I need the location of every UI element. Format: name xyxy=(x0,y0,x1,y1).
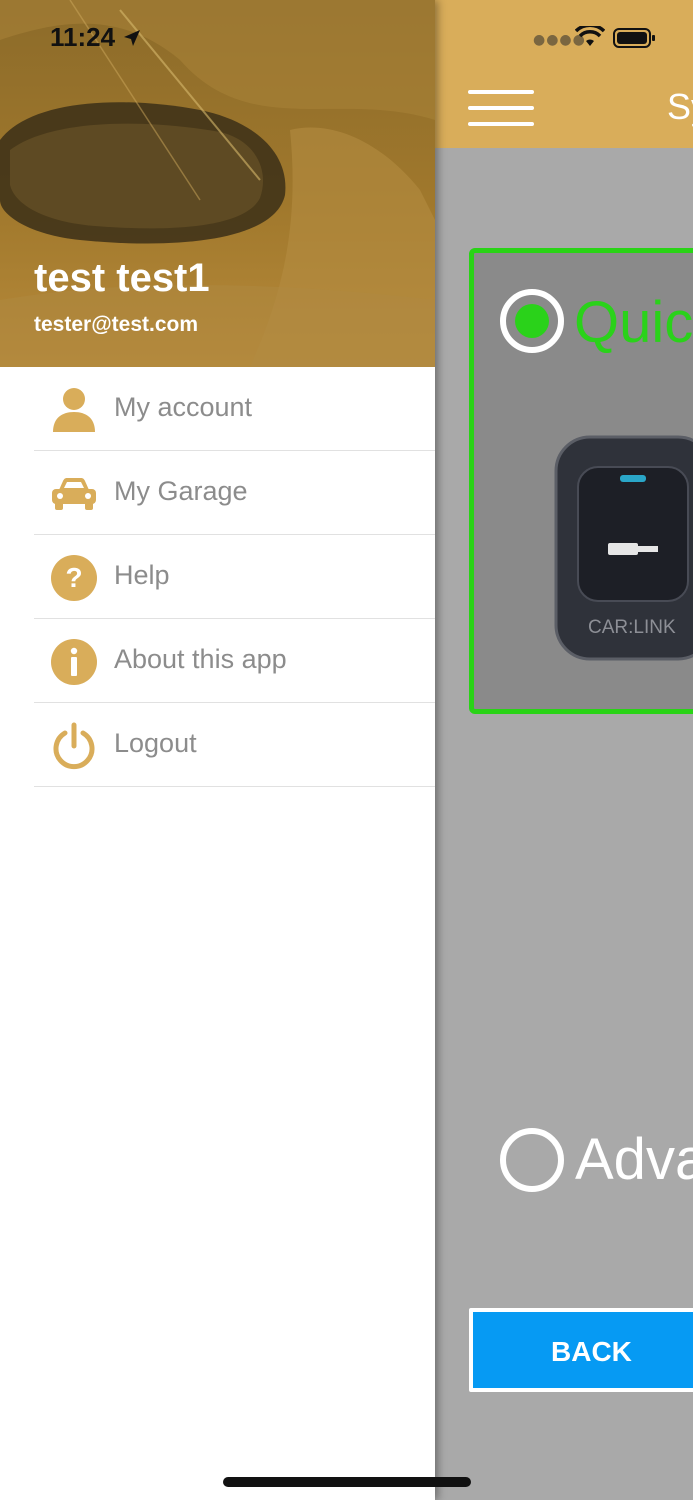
drawer-menu: My account My Garage ? Help About this a… xyxy=(34,367,435,787)
drawer-header: 11:24 test test1 tester@test.com xyxy=(0,0,435,367)
location-arrow-icon xyxy=(124,30,140,46)
car-icon xyxy=(52,478,96,510)
user-email: tester@test.com xyxy=(34,313,199,336)
quick-option-radio[interactable] xyxy=(500,289,564,353)
quick-option-label: Quic xyxy=(574,290,693,355)
user-name: test test1 xyxy=(34,256,210,300)
radio-selected-dot xyxy=(515,304,549,338)
power-icon xyxy=(53,722,95,770)
menu-item-my-garage[interactable]: My Garage xyxy=(34,451,435,535)
advanced-option-label[interactable]: Adva xyxy=(575,1126,693,1193)
header-background-photo xyxy=(0,0,435,367)
status-time: 11:24 xyxy=(50,22,116,52)
main-panel: ●●●● Sy Quic CAR:L xyxy=(435,0,693,1500)
menu-toggle-button[interactable] xyxy=(468,90,534,130)
header-title: Sy xyxy=(667,86,693,127)
menu-label: My Garage xyxy=(114,476,248,506)
main-header: ●●●● Sy xyxy=(435,0,693,148)
menu-item-about[interactable]: About this app xyxy=(34,619,435,703)
question-icon: ? xyxy=(51,555,97,601)
menu-label: Logout xyxy=(114,728,197,758)
remote-brand-text: CAR:LINK xyxy=(588,617,676,638)
back-button[interactable]: BACK xyxy=(469,1308,693,1392)
svg-text:?: ? xyxy=(65,562,82,593)
battery-icon xyxy=(613,28,655,48)
menu-label: About this app xyxy=(114,644,287,674)
side-drawer: 11:24 test test1 tester@test.com My acco… xyxy=(0,0,435,1500)
status-bar-right: ●●●● xyxy=(435,22,693,56)
back-button-label: BACK xyxy=(551,1336,632,1367)
remote-fob-image: CAR:LINK xyxy=(554,435,693,661)
menu-item-help[interactable]: ? Help xyxy=(34,535,435,619)
quick-option-card[interactable]: Quic CAR:LINK xyxy=(469,248,693,714)
info-icon xyxy=(51,639,97,685)
advanced-option-radio[interactable] xyxy=(500,1128,564,1192)
person-icon xyxy=(53,388,95,432)
menu-label: Help xyxy=(114,560,170,590)
home-indicator xyxy=(223,1477,471,1487)
menu-item-my-account[interactable]: My account xyxy=(34,367,435,451)
menu-label: My account xyxy=(114,392,253,422)
menu-item-logout[interactable]: Logout xyxy=(34,703,435,787)
wifi-icon xyxy=(575,26,605,46)
